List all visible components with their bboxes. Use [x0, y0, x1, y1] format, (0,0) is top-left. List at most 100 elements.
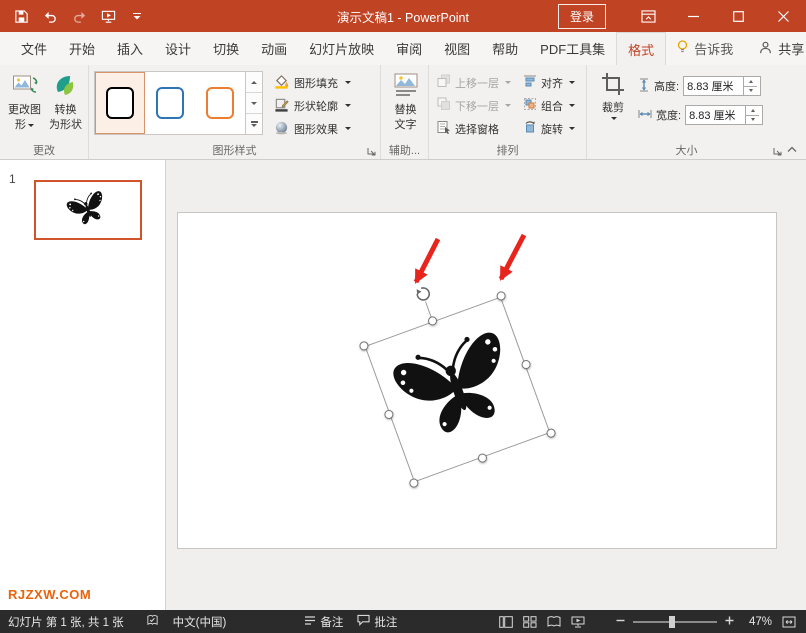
tab-animations[interactable]: 动画 [250, 32, 298, 65]
effects-icon [274, 120, 289, 138]
group-accessibility: 替换 文字 辅助... [380, 65, 428, 159]
group-change: 更改图 形 转换 为形状 更改 [0, 65, 88, 159]
tab-file[interactable]: 文件 [10, 32, 58, 65]
size-fields: 高度: 宽度: [638, 76, 763, 125]
tab-slideshow[interactable]: 幻灯片放映 [298, 32, 385, 65]
tab-review[interactable]: 审阅 [385, 32, 433, 65]
tab-pdf-tools[interactable]: PDF工具集 [529, 32, 616, 65]
save-icon[interactable] [13, 8, 29, 24]
tab-insert[interactable]: 插入 [106, 32, 154, 65]
tab-help[interactable]: 帮助 [481, 32, 529, 65]
group-label-accessibility: 辅助... [381, 142, 428, 158]
slideshow-view-icon[interactable] [566, 610, 590, 633]
graphic-fill-button[interactable]: 图形填充 [271, 73, 354, 92]
arrange-left-column: 上移一层 下移一层 选择窗格 [434, 72, 514, 139]
gallery-up-icon[interactable] [246, 72, 262, 92]
close-button[interactable] [761, 0, 806, 32]
reading-view-icon[interactable] [542, 610, 566, 633]
style-swatch-black [106, 87, 134, 119]
spinner-down-icon[interactable] [746, 115, 759, 125]
titlebar-right-controls: 登录 [558, 0, 806, 32]
zoom-slider[interactable] [633, 621, 717, 623]
height-input[interactable] [684, 77, 743, 95]
group-label-size: 大小 [587, 142, 786, 158]
height-label: 高度: [654, 78, 679, 94]
spinner-up-icon[interactable] [744, 77, 757, 86]
rotate-button[interactable]: 旋转 [520, 118, 578, 139]
shape-style-preview-3[interactable] [195, 72, 245, 134]
comments-button[interactable]: 批注 [357, 614, 397, 630]
alt-text-icon [393, 72, 419, 102]
ribbon-display-options-button[interactable] [626, 0, 671, 32]
send-backward-icon [437, 97, 451, 114]
minimize-button[interactable] [671, 0, 716, 32]
fit-window-icon[interactable] [782, 616, 796, 628]
slide-number: 1 [9, 172, 16, 186]
undo-icon[interactable] [42, 8, 58, 24]
change-graphic-icon [12, 72, 38, 102]
change-graphic-button[interactable]: 更改图 形 [5, 69, 44, 133]
dropdown-caret-icon [505, 81, 511, 84]
outline-icon [274, 97, 289, 115]
collapse-ribbon-icon[interactable] [785, 143, 799, 155]
style-menu-column: 图形填充 形状轮廓 图形效果 [271, 73, 354, 138]
normal-view-icon[interactable] [494, 610, 518, 633]
send-backward-button: 下移一层 [434, 95, 514, 116]
selection-pane-icon [437, 120, 451, 137]
tab-view[interactable]: 视图 [433, 32, 481, 65]
tab-home[interactable]: 开始 [58, 32, 106, 65]
group-label-change: 更改 [0, 142, 88, 158]
dropdown-caret-icon [505, 104, 511, 107]
login-button[interactable]: 登录 [558, 4, 606, 29]
zoom-percentage[interactable]: 47% [740, 616, 772, 628]
start-slideshow-icon[interactable] [100, 8, 116, 24]
slide-thumbnail[interactable] [34, 180, 142, 240]
slide-counter: 幻灯片 第 1 张, 共 1 张 [8, 614, 124, 630]
group-icon [523, 97, 537, 114]
notes-button[interactable]: 备注 [304, 614, 343, 630]
title-bar: 演示文稿1 - PowerPoint 登录 [0, 0, 806, 32]
group-objects-button[interactable]: 组合 [520, 95, 578, 116]
person-icon [759, 41, 772, 57]
qat-customize-icon[interactable] [129, 8, 145, 24]
dialog-launcher-icon[interactable] [771, 145, 783, 157]
spinner-down-icon[interactable] [744, 86, 757, 96]
crop-button[interactable]: 裁剪 [592, 69, 634, 120]
quick-access-toolbar [0, 8, 145, 24]
share-button[interactable]: 共享 [743, 32, 806, 65]
tab-transitions[interactable]: 切换 [202, 32, 250, 65]
powerpoint-window: 演示文稿1 - PowerPoint 登录 文件 开始 插入 设计 切换 动画 … [0, 0, 806, 633]
width-input[interactable] [686, 106, 745, 124]
zoom-out-icon[interactable] [616, 616, 625, 628]
tell-me-box[interactable]: 告诉我 [666, 32, 743, 65]
shape-style-preview-2[interactable] [145, 72, 195, 134]
tab-design[interactable]: 设计 [154, 32, 202, 65]
maximize-button[interactable] [716, 0, 761, 32]
gallery-down-icon[interactable] [246, 92, 262, 113]
dialog-launcher-icon[interactable] [365, 145, 377, 157]
gallery-more-icon[interactable] [246, 113, 262, 134]
style-swatch-blue [156, 87, 184, 119]
selection-pane-button[interactable]: 选择窗格 [434, 118, 514, 139]
width-label: 宽度: [656, 107, 681, 123]
slide-editing-canvas [166, 160, 806, 610]
group-arrange: 上移一层 下移一层 选择窗格 [428, 65, 586, 159]
slide-sorter-icon[interactable] [518, 610, 542, 633]
width-steppers [745, 106, 759, 124]
tab-format[interactable]: 格式 [616, 32, 666, 65]
group-label-graphic-styles: 图形样式 [89, 142, 380, 158]
alt-text-button[interactable]: 替换 文字 [386, 69, 425, 133]
convert-to-shape-button[interactable]: 转换 为形状 [46, 69, 85, 133]
gallery-scroll [245, 72, 262, 134]
butterfly-thumbnail-image [62, 185, 114, 235]
proofing-status[interactable] [146, 614, 159, 630]
zoom-in-icon[interactable] [725, 616, 734, 628]
graphic-effects-button[interactable]: 图形效果 [271, 119, 354, 138]
spinner-up-icon[interactable] [746, 106, 759, 115]
dropdown-caret-icon [569, 81, 575, 84]
shape-outline-button[interactable]: 形状轮廓 [271, 96, 354, 115]
align-button[interactable]: 对齐 [520, 72, 578, 93]
zoom-slider-thumb[interactable] [669, 616, 675, 628]
shape-style-preview-1[interactable] [95, 72, 145, 134]
language-status[interactable]: 中文(中国) [173, 614, 227, 630]
